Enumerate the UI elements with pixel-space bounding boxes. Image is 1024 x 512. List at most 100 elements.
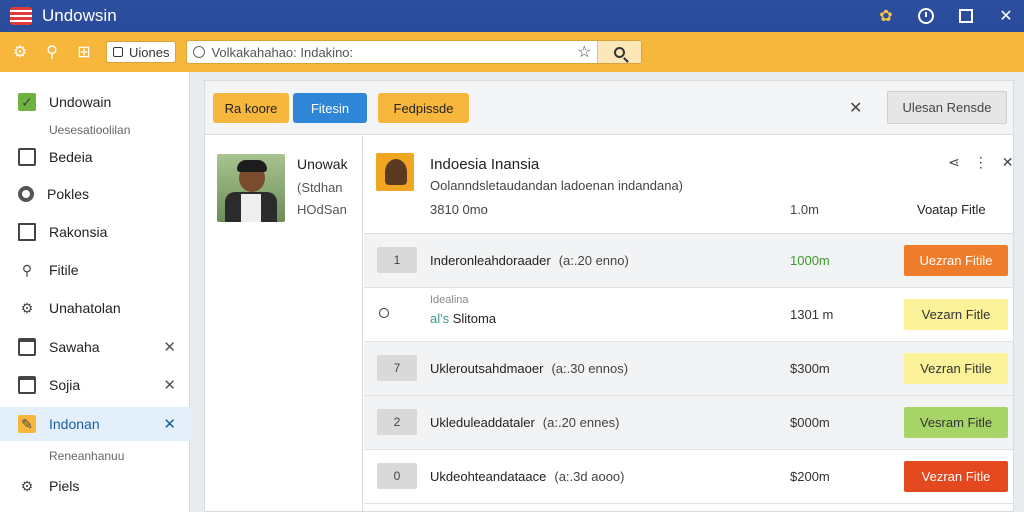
row-number: 7 — [377, 355, 417, 381]
share-icon[interactable]: ⋖ — [948, 154, 960, 171]
row-description: Ukleroutsahdmaoer (a:.30 ennos) — [430, 361, 629, 376]
table-row[interactable]: 7 Ukleroutsahdmaoer (a:.30 ennos) $300m V… — [364, 342, 1013, 396]
close-icon[interactable]: ✕ — [163, 415, 176, 433]
extension-icon[interactable]: ✿ — [876, 6, 896, 26]
details-icons: ⋖ ⋮ ✕ — [948, 154, 1013, 171]
details-subtitle: Oolanndsletaudandan ladoenan indandana) — [430, 178, 683, 193]
gear-icon[interactable]: ⚙ — [8, 40, 32, 64]
sidebar-item-label: Fitile — [49, 262, 79, 278]
circle-icon — [18, 186, 34, 202]
maximize-icon[interactable] — [956, 6, 976, 26]
grid-icon[interactable]: ⊞ — [72, 40, 96, 64]
row-amount: $200m — [790, 469, 830, 484]
sidebar-item-label: Unahatolan — [49, 300, 121, 316]
row-file-button[interactable]: Uezran Fitile — [904, 245, 1008, 276]
info-icon — [193, 46, 206, 58]
row-description: Ukdeohteandataace (a:.3d aooo) — [430, 469, 625, 484]
close-icon[interactable]: ✕ — [849, 98, 862, 118]
item-thumbnail — [376, 153, 414, 191]
app-logo-icon — [10, 7, 32, 25]
close-icon[interactable]: ✕ — [163, 338, 176, 356]
sidebar-item-piels[interactable]: ⚙ Piels — [0, 469, 190, 503]
sidebar-item-label: Piels — [49, 478, 80, 494]
contact-panel: Unowak (Stdhan HOdSan — [205, 136, 363, 512]
table-row[interactable]: 2 Ukleduleaddataler (a:.20 ennes) $000m V… — [364, 396, 1013, 450]
tab-chip[interactable]: Uiones — [106, 41, 177, 63]
sidebar-item-rakonsia[interactable]: Rakonsia — [0, 215, 190, 249]
action-bar: Ra koore Fitesin Fedpissde ✕ Ulesan Rens… — [205, 81, 1013, 135]
grid-icon — [18, 148, 36, 166]
row-file-button[interactable]: Vezran Fitile — [904, 353, 1008, 384]
row-number: 2 — [377, 409, 417, 435]
sidebar-item-fitile[interactable]: ⚲ Fitile — [0, 253, 190, 287]
radio-button[interactable] — [379, 308, 389, 318]
close-icon[interactable]: ✕ — [996, 6, 1016, 26]
check-icon: ✓ — [18, 93, 36, 111]
row-amount: 1301 m — [790, 307, 834, 322]
card-icon — [18, 338, 36, 356]
sidebar-item-label: Bedeia — [49, 149, 93, 165]
pin-icon[interactable]: ⚲ — [40, 40, 64, 64]
tab-square-icon — [113, 47, 123, 57]
sidebar-item-bedeia[interactable]: Bedeia — [0, 140, 190, 174]
address-bar[interactable]: Volkakahahao: Indakino: ☆ — [186, 40, 643, 64]
gear-icon: ⚙ — [20, 299, 34, 316]
sidebar-item-indonan[interactable]: ✎ Indonan ✕ — [0, 407, 190, 441]
details-title: Indoesia Inansia — [430, 156, 540, 173]
table-row[interactable]: 0 Ukdeohteandataace (a:.3d aooo) $200m Ve… — [364, 450, 1013, 504]
star-icon[interactable]: ☆ — [577, 42, 591, 62]
contact-detail: (Stdhan — [297, 180, 343, 195]
sidebar-item-sawaha[interactable]: Sawaha ✕ — [0, 330, 190, 364]
row-number: 0 — [377, 463, 417, 489]
table-row[interactable]: 1 Inderonleahdoraader (a:.20 enno) 1000m … — [364, 234, 1013, 288]
row-amount: $300m — [790, 361, 830, 376]
details-meta: 3810 0mo — [430, 202, 488, 217]
row-amount: $000m — [790, 415, 830, 430]
app-title: Undowsin — [42, 6, 117, 25]
row-file-button[interactable]: Vezran Fitle — [904, 461, 1008, 492]
details-panel: Indoesia Inansia Oolanndsletaudandan lad… — [364, 136, 1013, 512]
more-icon[interactable]: ⋮ — [974, 154, 988, 171]
contact-name: Unowak — [297, 156, 348, 172]
action-button-2[interactable]: Fitesin — [293, 93, 367, 123]
sidebar-item-sojia[interactable]: Sojia ✕ — [0, 368, 190, 402]
toolbar: ⚙ ⚲ ⊞ Uiones Volkakahahao: Indakino: ☆ — [0, 32, 1024, 72]
sidebar-item-undowain[interactable]: ✓ Undowain — [0, 85, 190, 119]
sidebar-item-label: Rakonsia — [49, 224, 108, 240]
edit-icon: ✎ — [18, 415, 36, 433]
gear-icon: ⚙ — [20, 477, 34, 494]
address-text[interactable]: Volkakahahao: Indakino: — [211, 45, 577, 60]
sidebar-item-label: Sojia — [49, 377, 81, 393]
sidebar-sublabel: Reneanhanuu — [49, 449, 125, 463]
sidebar-item-label: Pokles — [47, 186, 90, 202]
sidebar-item-pokles[interactable]: Pokles — [0, 177, 190, 211]
card-icon — [18, 376, 36, 394]
sidebar-item-label: Undowain — [49, 94, 112, 110]
close-icon[interactable]: ✕ — [1002, 154, 1014, 171]
row-number: 1 — [377, 247, 417, 273]
search-button[interactable] — [597, 41, 642, 63]
sidebar-item-unahatolan[interactable]: ⚙ Unahatolan — [0, 291, 190, 325]
pin-icon: ⚲ — [21, 261, 33, 278]
sidebar-item-label: Indonan — [49, 416, 100, 432]
row-description: al's Slitoma — [430, 311, 497, 326]
row-file-button[interactable]: Vesram Fitle — [904, 407, 1008, 438]
window-controls: ✿ ✕ — [876, 0, 1016, 32]
sidebar-item-label: Sawaha — [49, 339, 100, 355]
main-panel: Ra koore Fitesin Fedpissde ✕ Ulesan Rens… — [204, 80, 1014, 512]
table-row[interactable]: Idealina al's Slitoma 1301 m Vezarn Fitl… — [364, 288, 1013, 342]
sidebar-sublabel: Uesesatioolilan — [49, 123, 131, 137]
sidebar: ✓ Undowain Uesesatioolilan Bedeia Pokles… — [0, 72, 190, 512]
row-file-button[interactable]: Vezarn Fitle — [904, 299, 1008, 330]
row-caption: Idealina — [430, 294, 469, 306]
action-button-1[interactable]: Ra koore — [213, 93, 289, 123]
contact-detail: HOdSan — [297, 202, 347, 217]
close-icon[interactable]: ✕ — [163, 376, 176, 394]
tab-label: Uiones — [129, 44, 170, 60]
avatar — [217, 154, 285, 222]
details-header: Indoesia Inansia Oolanndsletaudandan lad… — [364, 136, 1013, 234]
action-button-3[interactable]: Fedpissde — [378, 93, 469, 123]
save-button[interactable]: Ulesan Rensde — [887, 91, 1007, 124]
row-amount: 1000m — [790, 253, 830, 268]
clock-icon[interactable] — [916, 6, 936, 26]
